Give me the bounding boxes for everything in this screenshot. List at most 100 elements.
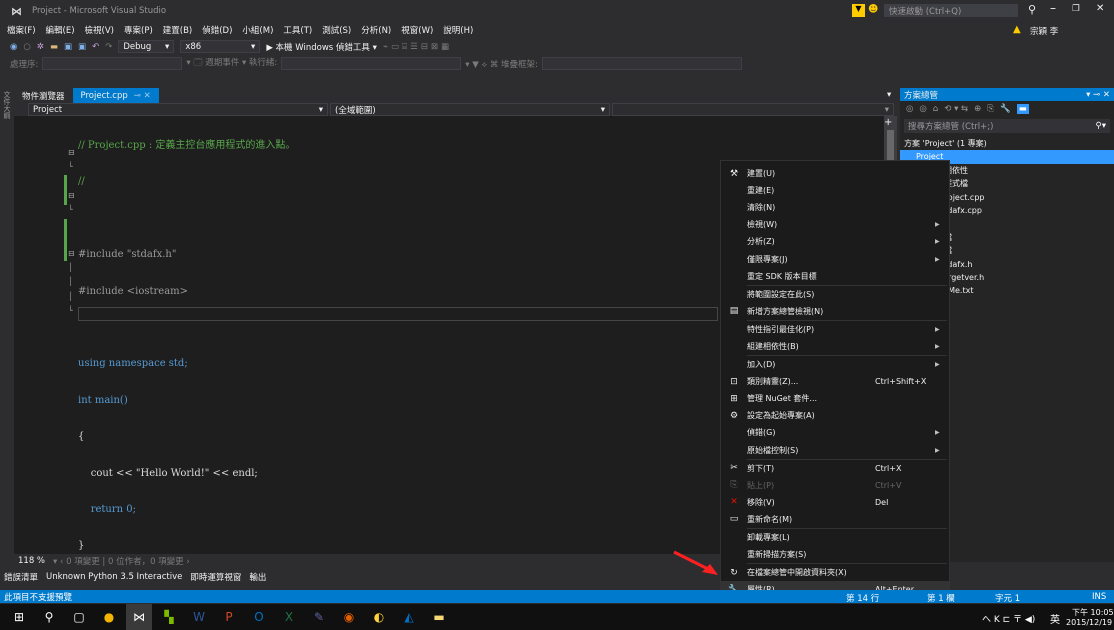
pane-controls-icon[interactable]: ▾ ⊸ ✕	[1086, 90, 1110, 100]
maximize-button[interactable]: ❐	[1072, 4, 1080, 14]
tab-immediate-window[interactable]: 即時運算視窗	[190, 571, 241, 583]
context-menu-item[interactable]: 僅限專案(J) ▶	[721, 250, 949, 267]
scope-nav-dropdown[interactable]: (全域範圍) ▾	[330, 103, 610, 116]
app-icon[interactable]: ▚	[156, 604, 182, 630]
split-icon[interactable]: +	[884, 117, 892, 128]
pin-icon[interactable]: ⊸ ✕	[134, 91, 151, 101]
open-icon[interactable]: ▬	[50, 42, 58, 52]
zoom-level[interactable]: 118 %	[18, 556, 45, 566]
context-menu-item[interactable]: 清除(N)	[721, 199, 949, 216]
outline-margin[interactable]: ⊟ └ ⊟ └ ⊟ │ │ │ └	[68, 117, 75, 333]
context-menu-item[interactable]: 組建相依性(B) ▶	[721, 338, 949, 355]
process-dropdown[interactable]	[42, 57, 183, 70]
context-menu-item[interactable]: ▭ 重新命名(M)	[721, 511, 949, 528]
context-menu-item[interactable]: ⚙ 設定為起始專案(A)	[721, 407, 949, 424]
menu-project[interactable]: 專案(P)	[119, 24, 158, 36]
context-menu-item[interactable]: ⊞ 管理 NuGet 套件...	[721, 390, 949, 407]
new-project-icon[interactable]: ✲	[37, 42, 44, 52]
sync-icon[interactable]: ⟲ ▾ ⇆	[944, 104, 968, 114]
context-menu-item[interactable]: ↻ 在檔案總管中開啟資料夾(X)	[721, 564, 949, 581]
context-menu-item[interactable]: 原始檔控制(S) ▶	[721, 442, 949, 459]
powerpoint-icon[interactable]: P	[216, 604, 242, 630]
show-all-icon[interactable]: ⎘	[987, 104, 994, 114]
python-icon[interactable]: ◐	[366, 604, 392, 630]
firefox-icon[interactable]: ◉	[336, 604, 362, 630]
member-nav-dropdown[interactable]: ▾	[612, 103, 894, 116]
ime-indicator[interactable]: 英	[1050, 611, 1060, 626]
document-outline-tab[interactable]: 文件大綱	[2, 91, 12, 119]
outlook-icon[interactable]: O	[246, 604, 272, 630]
stack-frame-dropdown[interactable]	[541, 57, 742, 70]
visual-studio-icon[interactable]: ⋈	[126, 604, 152, 630]
feedback-icon[interactable]: ☻	[868, 4, 878, 15]
menu-debug[interactable]: 偵錯(D)	[197, 24, 237, 36]
context-menu-item[interactable]: ✕ 移除(V) Del	[721, 494, 949, 511]
menu-file[interactable]: 檔案(F)	[2, 24, 41, 36]
system-tray[interactable]: へ K ⊏ 〒 ◀)	[982, 612, 1035, 625]
home-icon[interactable]: ⌂	[933, 104, 938, 114]
save-icon[interactable]: ▣	[64, 42, 72, 52]
context-menu-item[interactable]: 卸載專案(L)	[721, 529, 949, 546]
solution-tree-item[interactable]: 方案 'Project' (1 專案)	[900, 137, 1114, 150]
search-icon[interactable]: ⚲	[1028, 3, 1036, 16]
menu-window[interactable]: 視窗(W)	[396, 24, 438, 36]
code-text[interactable]: // Project.cpp : 定義主控台應用程式的進入點。 // #incl…	[78, 117, 295, 565]
forward-icon[interactable]: ○	[23, 42, 30, 52]
warning-icon[interactable]: ▲	[1013, 24, 1021, 35]
word-icon[interactable]: W	[186, 604, 212, 630]
file-explorer-icon[interactable]: ▬	[426, 604, 452, 630]
tab-dropdown-icon[interactable]: ▾	[887, 90, 891, 100]
context-menu-item[interactable]: 檢視(W) ▶	[721, 216, 949, 233]
redo-icon[interactable]: ↷	[105, 42, 112, 52]
document-outline-strip[interactable]: 文件大綱	[0, 89, 14, 589]
context-menu-item[interactable]: 重新掃描方案(S)	[721, 546, 949, 563]
menu-view[interactable]: 檢視(V)	[80, 24, 119, 36]
properties-icon[interactable]: 🔧	[1000, 104, 1011, 114]
run-button[interactable]: ▶ 本機 Windows 偵錯工具 ▾	[266, 41, 377, 53]
context-menu-item[interactable]: ⎘ 貼上(P) Ctrl+V	[721, 477, 949, 494]
platform-dropdown[interactable]: x86 ▾	[180, 40, 261, 53]
context-menu-item[interactable]: 偵錯(G) ▶	[721, 424, 949, 441]
back-icon[interactable]: ◉	[10, 42, 17, 52]
menu-test[interactable]: 測試(S)	[317, 24, 356, 36]
start-icon[interactable]: ⊞	[6, 604, 32, 630]
task-view-icon[interactable]: ▢	[66, 604, 92, 630]
context-menu-item[interactable]: 重建(E)	[721, 182, 949, 199]
close-button[interactable]: ✕	[1096, 3, 1104, 14]
context-menu-item[interactable]: ▤ 新增方案總管檢視(N)	[721, 303, 949, 320]
tab-error-list[interactable]: 錯誤清單	[4, 571, 38, 583]
azure-icon[interactable]: ◭	[396, 604, 422, 630]
menu-build[interactable]: 建置(B)	[158, 24, 197, 36]
search-icon[interactable]: ⚲▾	[1096, 121, 1107, 131]
context-menu-item[interactable]: 重定 SDK 版本目標	[721, 268, 949, 285]
context-menu-item[interactable]: ⚒ 建置(U)	[721, 165, 949, 182]
filter-icon[interactable]: ▼	[852, 4, 865, 17]
undo-icon[interactable]: ↶	[92, 42, 99, 52]
minimize-button[interactable]: –	[1050, 1, 1056, 15]
refresh-icon[interactable]: ⊕	[974, 104, 981, 114]
context-menu-item[interactable]: ✂ 剪下(T) Ctrl+X	[721, 460, 949, 477]
toolbar-misc-icons[interactable]: ⌁▭⌸☰⊟⊠▦	[383, 42, 452, 52]
chrome-icon[interactable]: ●	[96, 604, 122, 630]
tab-project-cpp[interactable]: Project.cpp ⊸ ✕	[72, 88, 159, 103]
config-dropdown[interactable]: Debug ▾	[118, 40, 175, 53]
thread-dropdown[interactable]	[281, 57, 462, 70]
menu-help[interactable]: 說明(H)	[438, 24, 478, 36]
tab-object-browser[interactable]: 物件瀏覽器	[14, 90, 73, 102]
tab-python-interactive[interactable]: Unknown Python 3.5 Interactive	[46, 572, 182, 582]
scroll-thumb[interactable]	[887, 130, 894, 160]
quick-launch-input[interactable]: 快速啟動 (Ctrl+Q)	[884, 4, 1018, 17]
context-menu-item[interactable]: ⊡ 類別精靈(Z)... Ctrl+Shift+X	[721, 373, 949, 390]
context-menu-item[interactable]: 分析(Z) ▶	[721, 233, 949, 250]
codelens-changes[interactable]: ▾ ‹ 0 項變更 | 0 位作者，0 項變更 ›	[53, 555, 190, 567]
clock-time[interactable]: 下午 10:05	[1072, 607, 1114, 618]
save-all-icon[interactable]: ▣	[78, 42, 86, 52]
excel-icon[interactable]: X	[276, 604, 302, 630]
menu-edit[interactable]: 編輯(E)	[41, 24, 80, 36]
user-name[interactable]: 宗穎 李	[1030, 25, 1058, 37]
menu-team[interactable]: 小組(M)	[237, 24, 278, 36]
menu-tools[interactable]: 工具(T)	[278, 24, 317, 36]
search-icon[interactable]: ⚲	[36, 604, 62, 630]
context-menu-item[interactable]: 加入(D) ▶	[721, 356, 949, 373]
menu-analyze[interactable]: 分析(N)	[356, 24, 396, 36]
